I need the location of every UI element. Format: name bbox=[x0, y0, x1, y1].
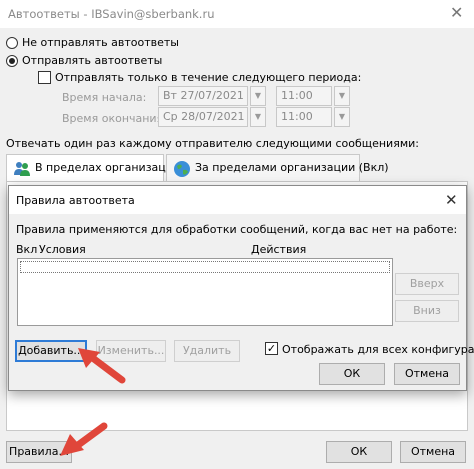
chevron-down-icon[interactable]: ▼ bbox=[250, 86, 266, 106]
show-all-configurations-label[interactable]: Отображать для всех конфигураций bbox=[282, 343, 474, 356]
dialog-cancel-button[interactable]: Отмена bbox=[394, 363, 460, 385]
globe-icon bbox=[174, 161, 190, 177]
ok-button[interactable]: ОК bbox=[326, 441, 392, 463]
end-time-field[interactable]: 11:00 bbox=[276, 107, 332, 127]
no-send-radio[interactable] bbox=[6, 37, 18, 49]
start-time-field[interactable]: 11:00 bbox=[276, 86, 332, 106]
tab-inside-organization[interactable]: В пределах организации bbox=[6, 154, 180, 182]
chevron-down-icon[interactable]: ▼ bbox=[334, 107, 350, 127]
no-send-label[interactable]: Не отправлять автоответы bbox=[22, 36, 179, 49]
rules-list[interactable] bbox=[17, 258, 393, 326]
chevron-down-icon[interactable]: ▼ bbox=[250, 107, 266, 127]
tab-inside-organization-label: В пределах организации bbox=[35, 161, 181, 174]
dialog-title-bar: Правила автоответа ✕ bbox=[9, 186, 466, 214]
annotation-arrow-icon bbox=[78, 348, 126, 384]
period-label[interactable]: Отправлять только в течение следующего п… bbox=[55, 71, 361, 84]
annotation-arrow-icon bbox=[60, 422, 108, 456]
delete-rule-button[interactable]: Удалить bbox=[174, 340, 240, 362]
close-icon[interactable]: ✕ bbox=[445, 191, 458, 209]
dialog-ok-button[interactable]: ОК bbox=[319, 363, 385, 385]
rules-description: Правила применяются для обработки сообще… bbox=[16, 223, 458, 236]
tab-outside-organization-label: За пределами организации (Вкл) bbox=[195, 161, 389, 174]
column-header-conditions: Условия bbox=[39, 243, 86, 256]
close-icon[interactable]: ✕ bbox=[450, 3, 463, 22]
start-date-field[interactable]: Вт 27/07/2021 bbox=[158, 86, 248, 106]
tab-outside-organization[interactable]: За пределами организации (Вкл) bbox=[166, 154, 389, 182]
dialog-title: Правила автоответа bbox=[16, 194, 135, 207]
move-down-button[interactable]: Вниз bbox=[395, 300, 459, 322]
window-title: Автоответы - IBSavin@sberbank.ru bbox=[8, 7, 215, 21]
show-all-configurations-checkbox[interactable]: ✓ bbox=[265, 342, 278, 355]
start-time-label: Время начала: bbox=[62, 91, 147, 104]
chevron-down-icon[interactable]: ▼ bbox=[334, 86, 350, 106]
window-title-bar: Автоответы - IBSavin@sberbank.ru ✕ bbox=[0, 0, 474, 28]
reply-once-label: Отвечать один раз каждому отправителю сл… bbox=[6, 137, 419, 150]
people-icon bbox=[14, 162, 30, 176]
end-date-field[interactable]: Ср 28/07/2021 bbox=[158, 107, 248, 127]
move-up-button[interactable]: Вверх bbox=[395, 273, 459, 295]
send-label[interactable]: Отправлять автоответы bbox=[22, 54, 162, 67]
column-header-actions: Действия bbox=[251, 243, 307, 256]
column-header-enabled: Вкл bbox=[16, 243, 38, 256]
cancel-button[interactable]: Отмена bbox=[400, 441, 466, 463]
send-radio[interactable] bbox=[6, 55, 18, 67]
period-checkbox[interactable] bbox=[38, 71, 51, 84]
end-time-label: Время окончания: bbox=[62, 112, 167, 125]
list-item[interactable] bbox=[20, 261, 390, 273]
